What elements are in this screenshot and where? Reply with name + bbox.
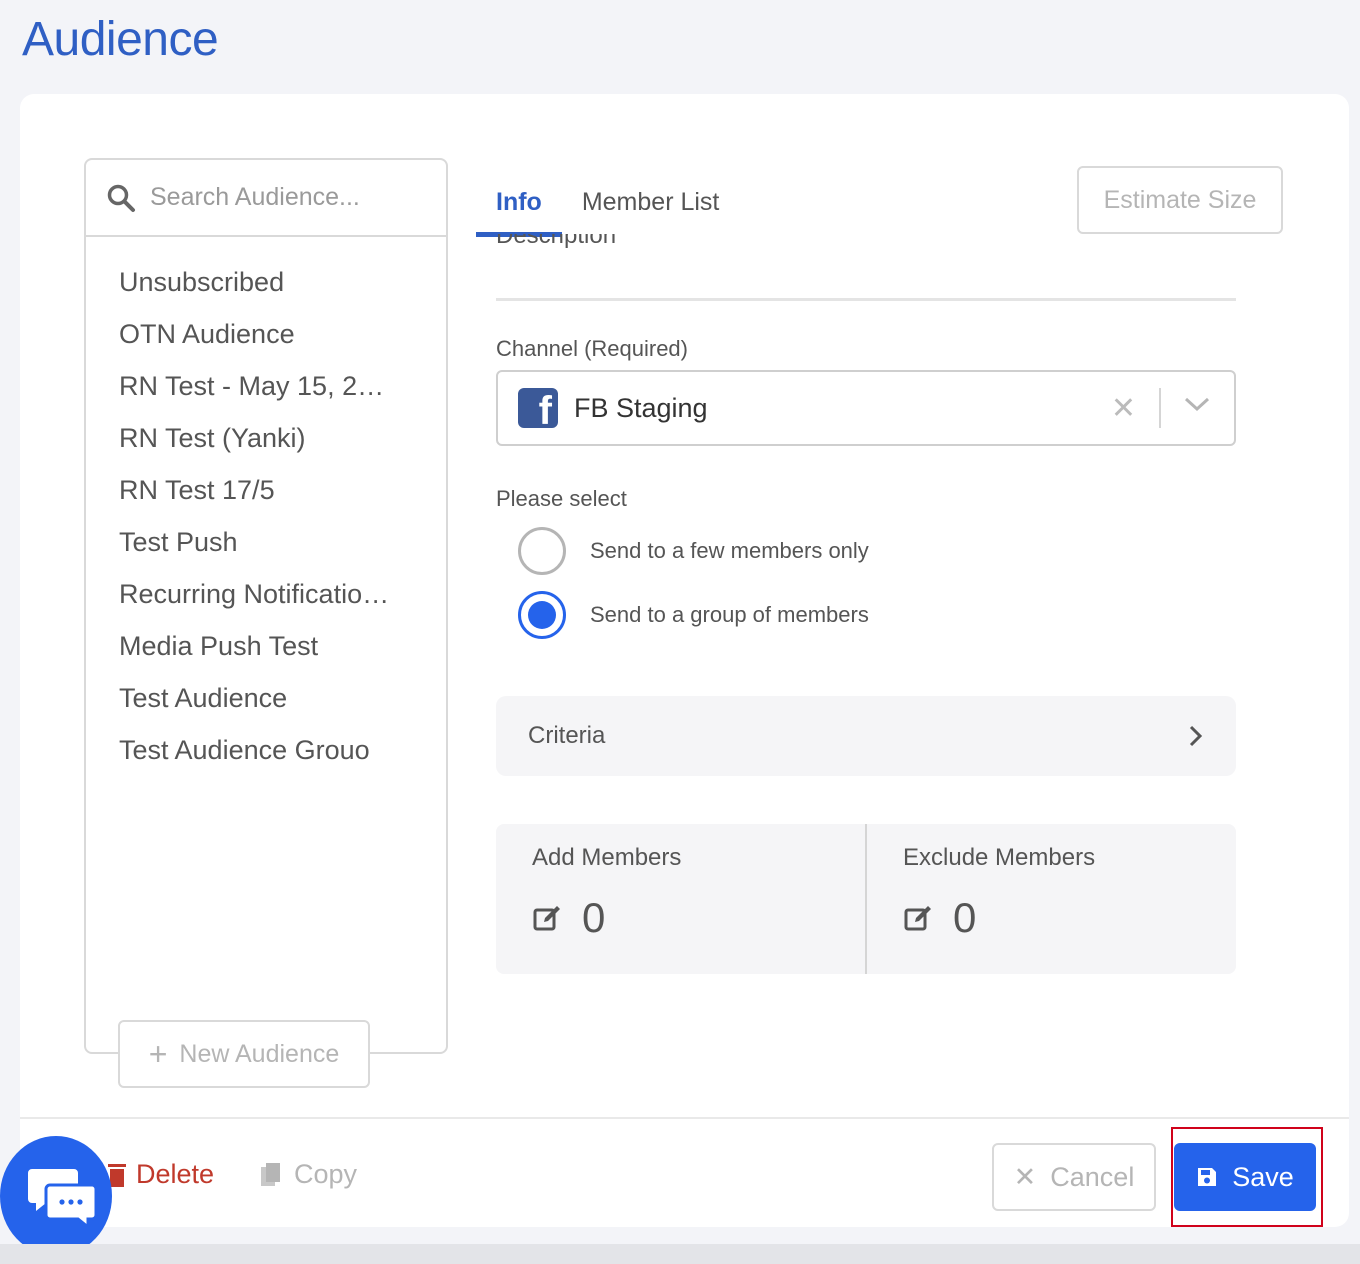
audience-list-panel: Unsubscribed OTN Audience RN Test - May …	[84, 158, 448, 1054]
bottom-strip	[0, 1244, 1360, 1264]
exclude-members-count: 0	[953, 894, 977, 941]
audience-item[interactable]: RN Test 17/5	[86, 470, 446, 522]
edit-icon[interactable]	[532, 903, 562, 933]
please-select-label: Please select	[496, 486, 627, 511]
radio-group-members[interactable]: Send to a group of members	[518, 591, 869, 639]
criteria-label: Criteria	[528, 722, 606, 749]
search-box	[86, 160, 446, 237]
chat-launcher[interactable]	[0, 1136, 112, 1256]
delete-label: Delete	[136, 1159, 215, 1189]
tab-member-list[interactable]: Member List	[562, 176, 740, 235]
description-field[interactable]	[496, 298, 1236, 301]
description-label: Description	[496, 234, 617, 249]
chevron-right-icon	[1189, 725, 1203, 747]
edit-icon[interactable]	[903, 903, 933, 933]
new-audience-label: New Audience	[179, 1039, 340, 1068]
audience-item[interactable]: Recurring Notification Test	[86, 574, 446, 626]
audience-item[interactable]: RN Test (Yanki)	[86, 418, 446, 470]
audience-item[interactable]: Media Push Test	[86, 626, 446, 678]
delete-button[interactable]: Delete	[108, 1159, 214, 1190]
audience-item[interactable]: Test Push	[86, 522, 446, 574]
copy-icon	[261, 1162, 280, 1186]
radio-label: Send to a group of members	[590, 602, 869, 627]
radio-label: Send to a few members only	[590, 538, 869, 563]
cancel-label: Cancel	[1050, 1161, 1135, 1192]
members-summary: Add Members 0 Exclude Members 0	[496, 824, 1236, 974]
page-title: Audience	[22, 13, 219, 66]
audience-item[interactable]: Unsubscribed	[86, 262, 446, 314]
save-button[interactable]: Save	[1174, 1143, 1316, 1211]
copy-label: Copy	[294, 1159, 358, 1189]
floppy-disk-icon	[1198, 1168, 1217, 1186]
audience-item[interactable]: Test Audience Grouo	[86, 730, 446, 782]
audience-item[interactable]: RN Test - May 15, 2020	[86, 366, 446, 418]
new-audience-button[interactable]: + New Audience	[118, 1020, 370, 1088]
add-members-section: Add Members 0	[496, 824, 865, 974]
description-label-clipped: Description	[496, 234, 1236, 256]
facebook-icon: f	[518, 388, 558, 428]
chat-bubbles-icon	[28, 1169, 98, 1231]
channel-value: FB Staging	[574, 392, 708, 423]
search-icon	[107, 184, 135, 212]
exclude-members-label: Exclude Members	[903, 844, 1096, 871]
cancel-button[interactable]: ✕ Cancel	[992, 1143, 1156, 1211]
footer-bar: Delete Copy ✕ Cancel Save	[20, 1117, 1349, 1227]
audience-item[interactable]: Test Audience	[86, 678, 446, 730]
save-label: Save	[1232, 1161, 1294, 1192]
add-members-count: 0	[582, 894, 606, 941]
close-icon: ✕	[1013, 1161, 1037, 1192]
radio-button-checked[interactable]	[518, 591, 566, 639]
tab-info[interactable]: Info	[476, 176, 562, 237]
channel-label: Channel (Required)	[496, 336, 688, 361]
criteria-row[interactable]: Criteria	[496, 696, 1236, 776]
add-members-label: Add Members	[532, 844, 682, 871]
estimate-size-button[interactable]: Estimate Size	[1077, 166, 1283, 234]
channel-select[interactable]: f FB Staging ✕	[496, 370, 1236, 446]
tab-bar: Info Member List	[476, 176, 740, 237]
exclude-members-section: Exclude Members 0	[865, 824, 1236, 974]
radio-button[interactable]	[518, 527, 566, 575]
radio-few-members[interactable]: Send to a few members only	[518, 527, 869, 575]
audience-list: Unsubscribed OTN Audience RN Test - May …	[86, 237, 446, 782]
audience-card: Unsubscribed OTN Audience RN Test - May …	[20, 94, 1349, 1227]
plus-icon: +	[148, 1036, 168, 1072]
clear-icon[interactable]: ✕	[1111, 394, 1136, 424]
select-divider	[1159, 388, 1161, 428]
chevron-down-icon[interactable]	[1184, 396, 1210, 412]
audience-item[interactable]: OTN Audience	[86, 314, 446, 366]
search-input[interactable]	[150, 183, 430, 212]
copy-button[interactable]: Copy	[260, 1159, 357, 1190]
